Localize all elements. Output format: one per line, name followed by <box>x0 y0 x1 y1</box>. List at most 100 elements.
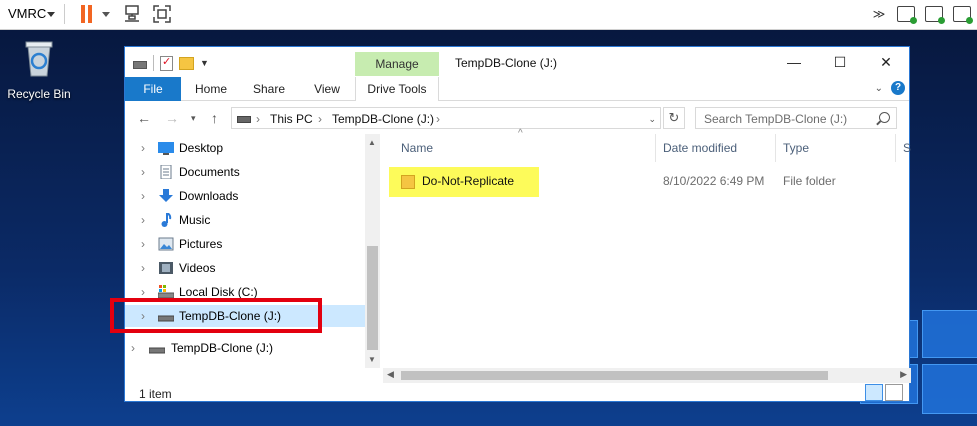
new-folder-icon[interactable] <box>179 56 194 70</box>
expand-chevron-icon[interactable]: › <box>141 233 145 255</box>
breadcrumb-separator-icon[interactable]: › <box>318 112 322 126</box>
details-view-icon[interactable] <box>865 384 883 401</box>
window-title: TempDB-Clone (J:) <box>455 56 558 70</box>
file-explorer-window: ▼ Manage TempDB-Clone (J:) — ☐ ✕ File Ho… <box>124 46 911 403</box>
breadcrumb-this-pc[interactable]: This PC <box>270 112 313 126</box>
scrollbar-thumb[interactable] <box>401 371 828 380</box>
column-divider[interactable] <box>775 134 776 162</box>
double-chevron-icon[interactable]: ≫ <box>871 7 887 21</box>
column-header-name[interactable]: Name <box>401 134 433 162</box>
breadcrumb-separator-icon[interactable]: › <box>436 112 440 126</box>
tab-manage[interactable]: Manage <box>355 52 439 76</box>
ribbon-tabs: File Home Share View Drive Tools ⌄ ? <box>125 77 909 101</box>
column-divider[interactable] <box>895 134 896 162</box>
address-dropdown-icon[interactable]: ⌄ <box>648 114 656 125</box>
sidebar-item-tempdb-clone[interactable]: › TempDB-Clone (J:) <box>125 305 365 327</box>
up-arrow-icon[interactable]: ↑ <box>211 110 218 126</box>
scroll-right-icon[interactable]: ▶ <box>900 369 907 380</box>
column-divider[interactable] <box>655 134 656 162</box>
pause-icon[interactable] <box>80 5 94 23</box>
file-type: File folder <box>783 174 836 188</box>
item-count: 1 item <box>139 387 172 401</box>
scrollbar-thumb[interactable] <box>367 246 378 350</box>
search-input[interactable]: Search TempDB-Clone (J:) <box>695 107 897 129</box>
music-icon <box>161 213 172 227</box>
sort-ascending-icon: ^ <box>518 128 523 139</box>
drive-icon <box>158 315 174 322</box>
table-row[interactable]: Do-Not-Replicate <box>389 167 539 197</box>
sidebar-item-videos[interactable]: › Videos <box>125 257 365 279</box>
tab-drive-tools[interactable]: Drive Tools <box>355 77 439 101</box>
forward-arrow-icon[interactable]: → <box>165 110 179 126</box>
breadcrumb-separator-icon[interactable]: › <box>256 112 260 126</box>
drive-icon <box>237 116 251 123</box>
expand-ribbon-icon[interactable]: ⌄ <box>875 83 883 94</box>
breadcrumb-drive[interactable]: TempDB-Clone (J:) <box>332 112 434 126</box>
expand-chevron-icon[interactable]: › <box>141 137 145 159</box>
send-ctrl-alt-del-icon[interactable] <box>123 5 141 23</box>
address-bar[interactable]: › This PC › TempDB-Clone (J:) › ⌄ <box>231 107 661 129</box>
local-disk-icon <box>158 285 174 299</box>
column-header-type[interactable]: Type <box>783 134 809 162</box>
title-bar: ▼ Manage TempDB-Clone (J:) — ☐ ✕ <box>125 47 909 77</box>
expand-chevron-icon[interactable]: › <box>131 337 135 359</box>
expand-chevron-icon[interactable]: › <box>141 185 145 207</box>
back-arrow-icon[interactable]: ← <box>137 110 151 126</box>
vmrc-menu[interactable]: VMRC <box>8 6 46 21</box>
sidebar-item-local-disk[interactable]: › Local Disk (C:) <box>125 281 365 303</box>
drive-icon <box>133 61 147 69</box>
scroll-left-icon[interactable]: ◀ <box>387 369 394 380</box>
device-drive-icon[interactable] <box>953 6 973 24</box>
help-icon[interactable]: ? <box>891 81 905 95</box>
expand-chevron-icon[interactable]: › <box>141 281 145 303</box>
pause-menu-caret-icon[interactable] <box>102 12 110 17</box>
tab-file[interactable]: File <box>125 77 181 101</box>
content-horizontal-scrollbar[interactable]: ◀ ▶ <box>383 368 911 383</box>
tab-share[interactable]: Share <box>243 77 295 101</box>
file-date-modified: 8/10/2022 6:49 PM <box>663 174 765 188</box>
sidebar-item-downloads[interactable]: › Downloads <box>125 185 365 207</box>
navigation-scrollbar[interactable]: ▲ ▼ <box>365 134 380 368</box>
folder-icon <box>401 175 415 189</box>
expand-chevron-icon[interactable]: › <box>141 305 145 327</box>
file-list: ^ Name Date modified Type S Do-Not-Repli… <box>383 128 911 368</box>
tab-view[interactable]: View <box>301 77 353 101</box>
quick-access-toolbar: ▼ <box>133 55 209 71</box>
documents-icon <box>160 165 172 179</box>
expand-chevron-icon[interactable]: › <box>141 161 145 183</box>
properties-icon[interactable] <box>160 55 173 71</box>
tab-home[interactable]: Home <box>185 77 237 101</box>
videos-icon <box>159 262 173 274</box>
toolbar-divider <box>64 4 65 24</box>
fullscreen-icon[interactable] <box>153 5 171 23</box>
downloads-icon <box>159 189 173 202</box>
status-bar: 1 item <box>125 383 909 403</box>
device-drive-icon[interactable] <box>897 6 917 24</box>
sidebar-item-pictures[interactable]: › Pictures <box>125 233 365 255</box>
expand-chevron-icon[interactable]: › <box>141 209 145 231</box>
scroll-down-icon[interactable]: ▼ <box>368 355 376 364</box>
sidebar-item-desktop[interactable]: › Desktop <box>125 137 365 159</box>
column-header-size[interactable]: S <box>903 134 911 162</box>
close-button[interactable]: ✕ <box>863 47 909 77</box>
desktop-icon <box>158 142 174 155</box>
scroll-up-icon[interactable]: ▲ <box>368 138 376 147</box>
recycle-bin-icon <box>25 41 53 77</box>
sidebar-item-documents[interactable]: › Documents <box>125 161 365 183</box>
vmrc-menu-caret-icon[interactable] <box>47 12 55 17</box>
sidebar-item-tempdb-clone-drive[interactable]: › TempDB-Clone (J:) <box>125 337 365 359</box>
recent-locations-icon[interactable]: ▾ <box>191 113 196 124</box>
expand-chevron-icon[interactable]: › <box>141 257 145 279</box>
device-drive-icon[interactable] <box>925 6 945 24</box>
recycle-bin[interactable]: Recycle Bin <box>6 38 72 101</box>
sidebar-item-music[interactable]: › Music <box>125 209 365 231</box>
refresh-button[interactable]: ↻ <box>663 107 685 129</box>
drive-icon <box>149 347 165 354</box>
maximize-button[interactable]: ☐ <box>817 47 863 77</box>
large-icons-view-icon[interactable] <box>885 384 903 401</box>
minimize-button[interactable]: — <box>771 47 817 77</box>
recycle-bin-label: Recycle Bin <box>7 87 71 101</box>
column-header-date-modified[interactable]: Date modified <box>663 134 737 162</box>
customize-toolbar-icon[interactable]: ▼ <box>200 58 209 68</box>
pictures-icon <box>158 237 174 251</box>
